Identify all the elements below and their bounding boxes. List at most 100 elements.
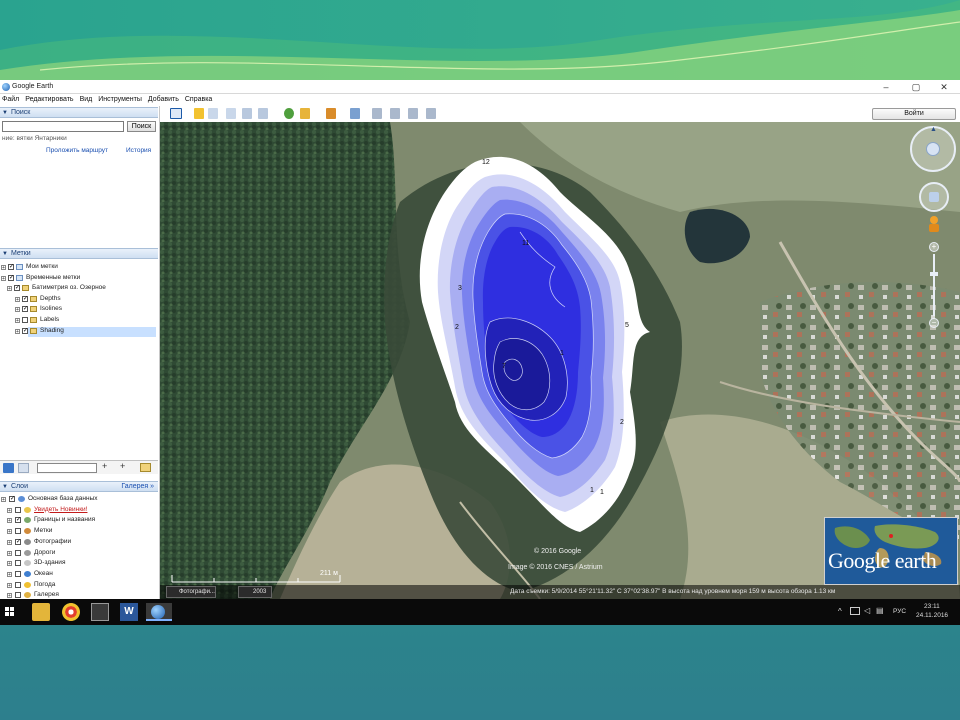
- layer-checkbox[interactable]: [15, 560, 21, 567]
- menu-file[interactable]: Файл: [2, 94, 19, 106]
- chrome-icon[interactable]: [62, 603, 80, 621]
- menu-edit[interactable]: Редактировать: [25, 94, 73, 106]
- place-checkbox[interactable]: ✓: [8, 274, 14, 281]
- close-button[interactable]: ✕: [934, 80, 954, 94]
- expand-toggle-icon[interactable]: +: [7, 529, 12, 535]
- record-tour-icon[interactable]: [258, 108, 268, 119]
- expand-toggle-icon[interactable]: +: [15, 318, 20, 324]
- maximize-button[interactable]: ▢: [906, 80, 926, 94]
- layer-label[interactable]: Дороги: [34, 549, 55, 556]
- place-checkbox[interactable]: ✓: [14, 285, 20, 292]
- sun-icon[interactable]: [300, 108, 310, 119]
- tray-volume-icon[interactable]: ◁: [864, 606, 870, 615]
- layer-checkbox[interactable]: [15, 570, 21, 577]
- expand-toggle-icon[interactable]: +: [7, 561, 12, 567]
- layer-label[interactable]: Фотографии: [34, 538, 71, 545]
- expand-toggle-icon[interactable]: +: [1, 275, 6, 281]
- move-down-icon[interactable]: +: [120, 461, 125, 471]
- layer-label[interactable]: Погода: [34, 581, 55, 588]
- layer-label[interactable]: Метки: [34, 527, 52, 534]
- history-link[interactable]: История: [126, 147, 151, 154]
- view-in-maps-icon[interactable]: [426, 108, 436, 119]
- expand-toggle-icon[interactable]: +: [7, 582, 12, 588]
- layer-checkbox[interactable]: [15, 592, 21, 599]
- expand-toggle-icon[interactable]: +: [15, 307, 20, 313]
- zoom-out-button[interactable]: −: [929, 318, 939, 328]
- layer-label[interactable]: 3D-здания: [34, 559, 65, 566]
- zoom-slider[interactable]: + −: [929, 242, 939, 328]
- layer-checkbox[interactable]: ✓: [15, 517, 21, 524]
- menu-view[interactable]: Вид: [80, 94, 93, 106]
- historical-imagery-icon[interactable]: [284, 108, 294, 119]
- place-label[interactable]: Labels: [40, 316, 59, 323]
- map-view[interactable]: 12 11 7 3 2 5 1 2 1 1 211 м © 2016 Google Image ©…: [160, 122, 960, 599]
- layer-label[interactable]: Океан: [34, 570, 53, 577]
- place-label[interactable]: Isolines: [40, 305, 62, 312]
- menu-help[interactable]: Справка: [185, 94, 212, 106]
- new-folder-icon[interactable]: [140, 463, 151, 472]
- street-view-pegman-icon[interactable]: [928, 216, 940, 232]
- google-earth-task-icon[interactable]: [146, 603, 172, 621]
- menu-add[interactable]: Добавить: [148, 94, 179, 106]
- move-up-icon[interactable]: +: [102, 461, 107, 471]
- layer-label[interactable]: Границы и названия: [34, 516, 95, 523]
- places-filter-input[interactable]: [37, 463, 97, 473]
- image-overlay-icon[interactable]: [242, 108, 252, 119]
- layers-panel-header[interactable]: ▼ Слои Галерея »: [0, 481, 158, 492]
- place-checkbox[interactable]: ✓: [22, 306, 28, 313]
- file-explorer-icon[interactable]: [32, 603, 50, 621]
- gallery-link[interactable]: Галерея »: [121, 482, 154, 492]
- calculator-icon[interactable]: [91, 603, 109, 621]
- minimize-button[interactable]: –: [876, 80, 896, 94]
- search-places-icon[interactable]: [3, 463, 14, 473]
- email-icon[interactable]: [372, 108, 382, 119]
- save-image-icon[interactable]: [408, 108, 418, 119]
- search-button[interactable]: Поиск: [127, 121, 156, 132]
- expand-toggle-icon[interactable]: +: [7, 571, 12, 577]
- menu-tools[interactable]: Инструменты: [98, 94, 142, 106]
- expand-toggle-icon[interactable]: +: [7, 507, 12, 513]
- tray-battery-icon[interactable]: [850, 607, 860, 615]
- place-label[interactable]: Depths: [40, 295, 61, 302]
- layer-checkbox[interactable]: ✓: [9, 496, 15, 502]
- expand-toggle-icon[interactable]: +: [7, 286, 12, 292]
- layer-label[interactable]: Увидеть Новинки!: [34, 506, 87, 513]
- place-label[interactable]: Мои метки: [26, 263, 58, 270]
- place-label[interactable]: Батиметрия оз. Озерное: [32, 284, 106, 291]
- timeline-item[interactable]: 2003: [238, 586, 272, 598]
- place-label[interactable]: Shading: [40, 327, 64, 334]
- layer-label[interactable]: Галерея: [34, 591, 59, 598]
- search-panel-header[interactable]: ▼ Поиск: [0, 107, 158, 118]
- place-checkbox[interactable]: ✓: [8, 264, 14, 270]
- zoom-thumb[interactable]: [930, 272, 938, 276]
- expand-toggle-icon[interactable]: +: [7, 518, 12, 524]
- expand-toggle-icon[interactable]: +: [7, 593, 12, 599]
- layer-checkbox[interactable]: [15, 506, 21, 513]
- place-checkbox[interactable]: [22, 317, 28, 323]
- places-panel-header[interactable]: ▼ Метки: [0, 248, 158, 259]
- placemark-icon[interactable]: [194, 108, 204, 119]
- path-icon[interactable]: [226, 108, 236, 119]
- look-control[interactable]: ▲: [910, 126, 956, 172]
- place-label[interactable]: Временные метки: [26, 274, 80, 281]
- expand-toggle-icon[interactable]: +: [1, 265, 6, 271]
- clock-date[interactable]: 24.11.2016: [916, 612, 948, 619]
- print-icon[interactable]: [390, 108, 400, 119]
- search-input[interactable]: [2, 121, 124, 132]
- expand-toggle-icon[interactable]: +: [7, 539, 12, 545]
- layer-label[interactable]: Основная база данных: [28, 495, 98, 502]
- overview-map[interactable]: Google earth: [824, 517, 958, 585]
- expand-toggle-icon[interactable]: +: [7, 550, 12, 556]
- sidebar-toggle-icon[interactable]: [170, 108, 182, 119]
- planets-icon[interactable]: [326, 108, 336, 119]
- windows-start-icon[interactable]: [5, 607, 15, 617]
- move-control[interactable]: [919, 182, 949, 212]
- language-indicator[interactable]: РУС: [893, 608, 906, 615]
- expand-toggle-icon[interactable]: +: [15, 328, 20, 334]
- ruler-icon[interactable]: [350, 108, 360, 119]
- clock-time[interactable]: 23:11: [924, 603, 940, 610]
- tray-network-icon[interactable]: ▤: [876, 606, 884, 615]
- sign-in-button[interactable]: Войти: [872, 108, 956, 120]
- expand-toggle-icon[interactable]: +: [15, 296, 20, 302]
- polygon-icon[interactable]: [208, 108, 218, 119]
